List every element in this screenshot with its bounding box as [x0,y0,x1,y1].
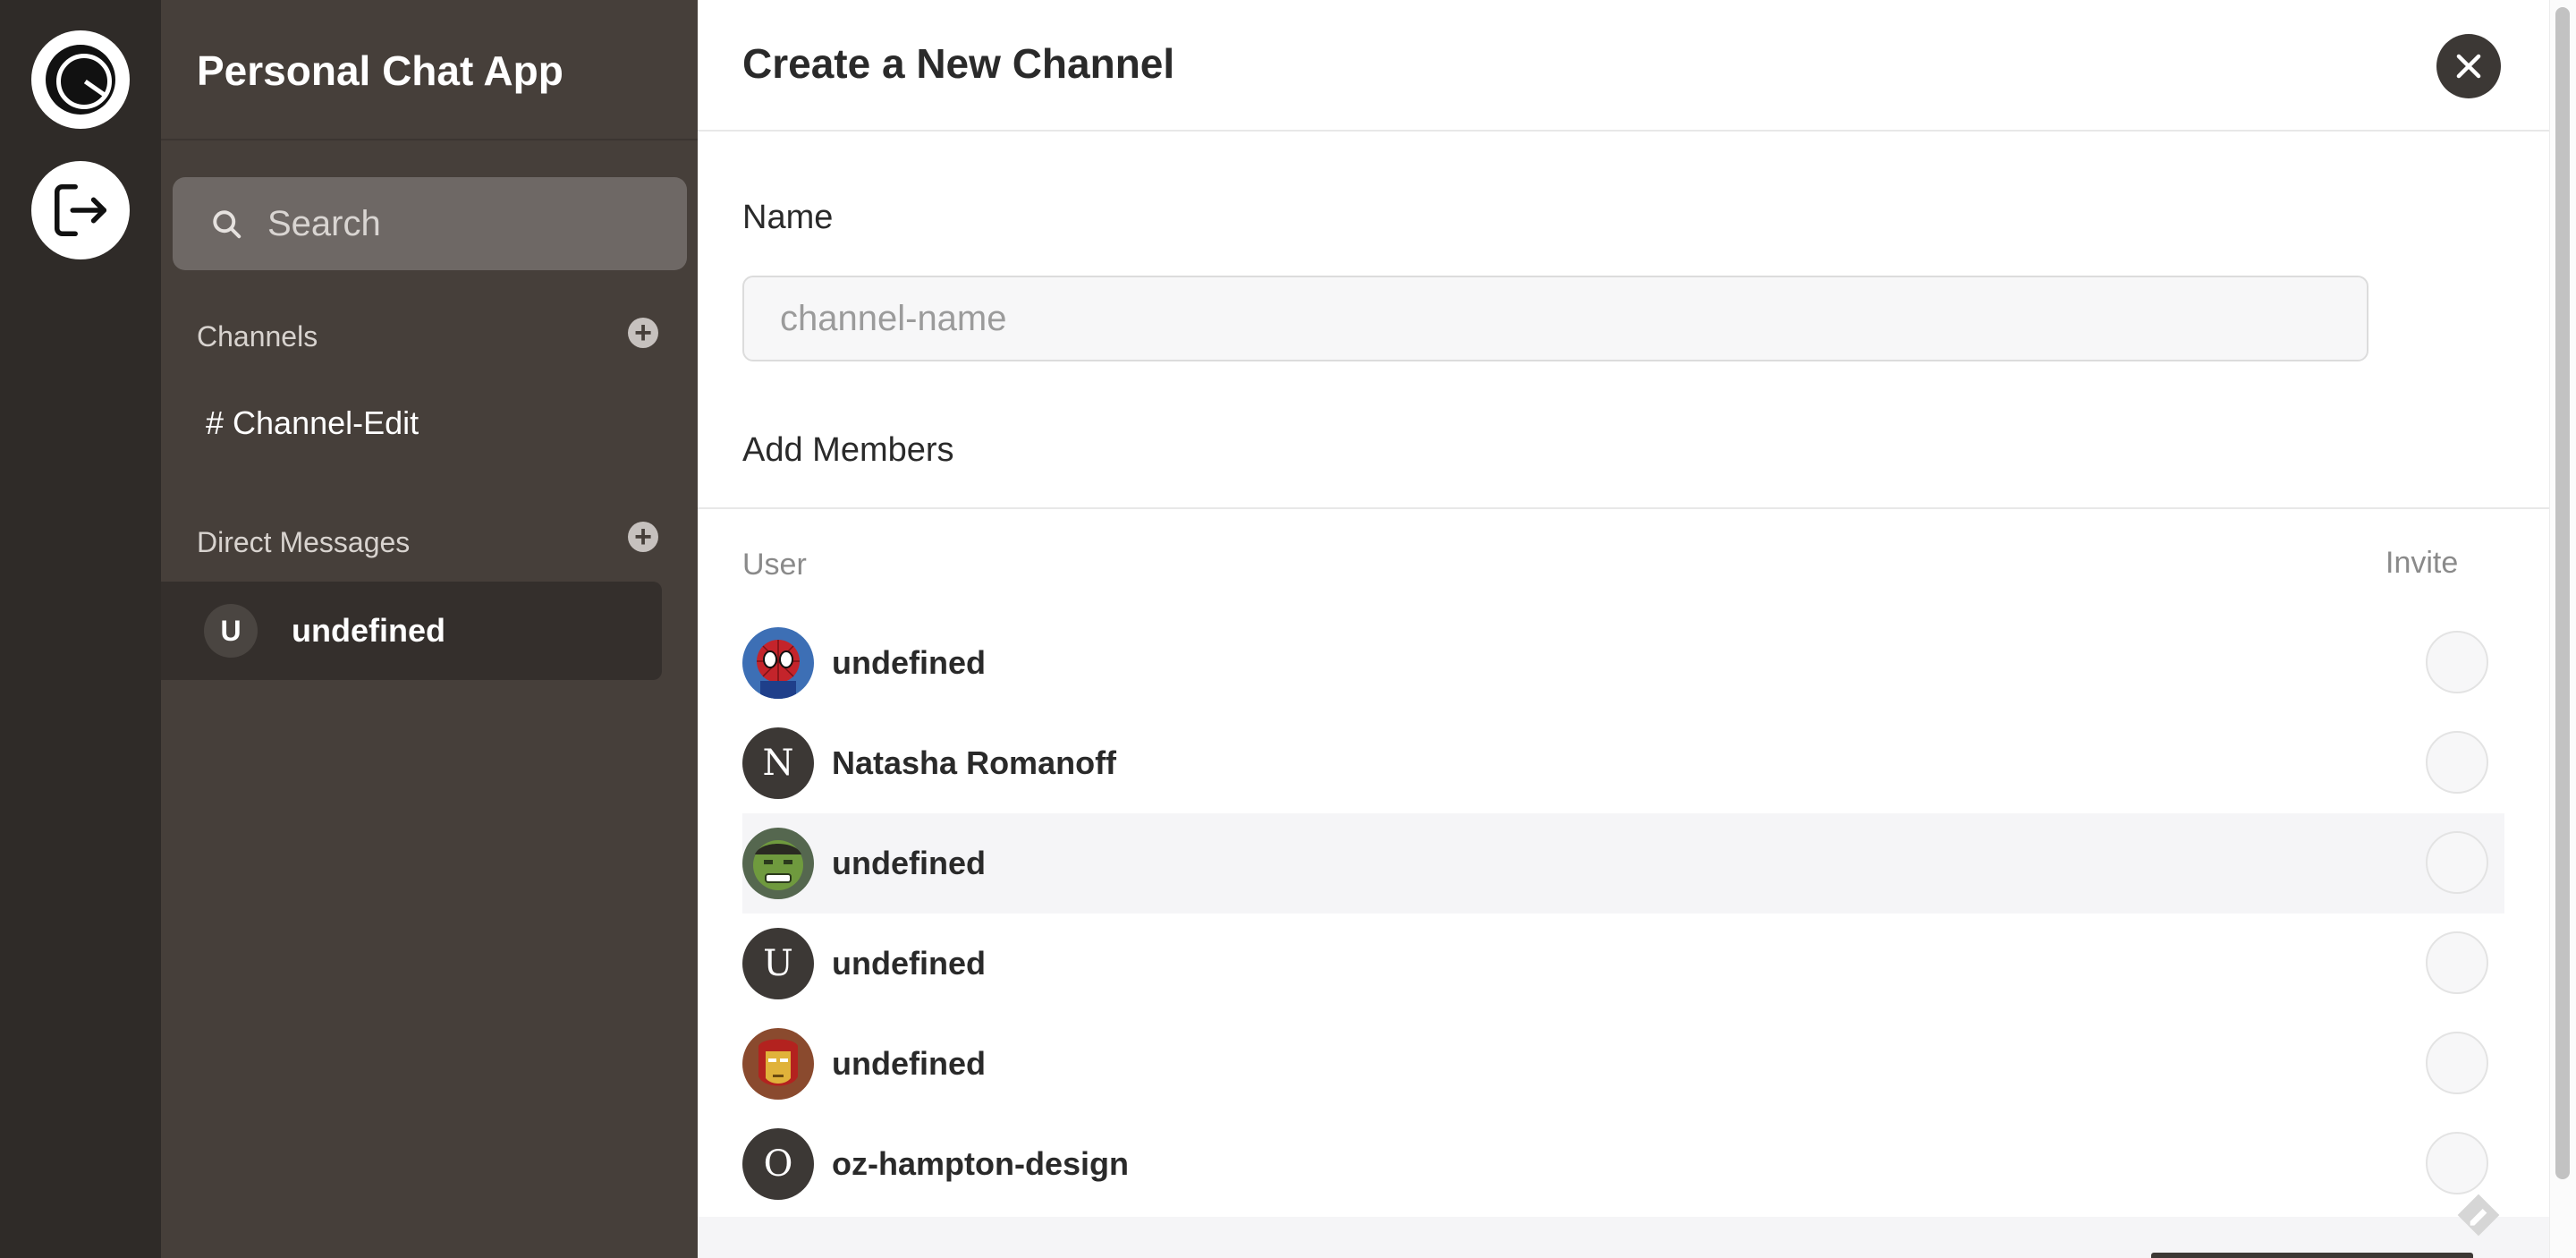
sidebar-divider [161,139,698,140]
table-row[interactable]: N Natasha Romanoff [742,713,2504,813]
search-placeholder: Search [267,203,381,243]
direct-message-item[interactable]: U undefined [161,582,662,680]
channel-item[interactable]: # Channel-Edit [206,404,419,442]
logout-button[interactable] [31,161,130,259]
avatar: U [204,604,258,658]
sidebar: Personal Chat App Search Channels + # Ch… [161,0,698,1258]
user-name: undefined [832,845,986,881]
direct-message-name: undefined [292,612,445,649]
avatar [742,828,814,899]
user-column-header: User [742,548,807,582]
brand-logo-icon [46,45,115,115]
search-bar[interactable]: Search [173,177,687,270]
close-button[interactable] [2436,34,2501,98]
user-name: Natasha Romanoff [832,744,1117,781]
direct-messages-label: Direct Messages [197,526,411,558]
channels-label: Channels [197,320,318,353]
name-label: Name [742,199,834,236]
table-row[interactable]: O oz-hampton-design [742,1114,2504,1214]
table-row[interactable]: undefined [742,613,2504,713]
user-name: oz-hampton-design [832,1145,1129,1182]
user-name: undefined [832,644,986,681]
search-icon [213,210,242,239]
brand-logo-button[interactable] [31,30,130,129]
create-channel-button[interactable] [2151,1253,2473,1258]
plus-icon: + [634,520,652,554]
app-rail [0,0,161,1258]
table-row[interactable]: undefined [742,813,2504,914]
members-divider [698,507,2549,509]
add-direct-message-button[interactable]: + [628,522,658,552]
app-title: Personal Chat App [197,47,564,94]
user-name: undefined [832,945,986,982]
avatar: U [742,928,814,999]
add-members-label: Add Members [742,431,954,469]
invite-column-header: Invite [2385,546,2459,580]
spiderman-avatar-icon [742,627,814,699]
invite-toggle[interactable] [2426,1132,2488,1194]
invite-toggle[interactable] [2426,1032,2488,1094]
invite-toggle[interactable] [2426,831,2488,894]
invite-toggle[interactable] [2426,731,2488,794]
avatar [742,1028,814,1100]
table-row[interactable]: undefined [742,1014,2504,1114]
plus-icon: + [634,316,652,350]
avatar: O [742,1128,814,1200]
avatar: N [742,727,814,799]
create-channel-modal: Create a New Channel Name Add Members Us… [698,0,2549,1258]
invite-toggle[interactable] [2426,631,2488,693]
invite-toggle[interactable] [2426,931,2488,994]
avatar [742,627,814,699]
logout-icon [54,183,107,237]
ironman-avatar-icon [742,1028,814,1100]
add-channel-button[interactable]: + [628,318,658,348]
scrollbar-thumb[interactable] [2555,7,2570,1179]
table-row[interactable]: U undefined [742,914,2504,1014]
user-name: undefined [832,1045,986,1082]
hulk-avatar-icon [742,828,814,899]
header-divider [698,130,2549,132]
channel-name-input[interactable] [742,276,2368,361]
close-icon [2456,54,2481,79]
modal-title: Create a New Channel [742,40,1175,87]
edit-pencil-icon[interactable] [2453,1190,2504,1240]
